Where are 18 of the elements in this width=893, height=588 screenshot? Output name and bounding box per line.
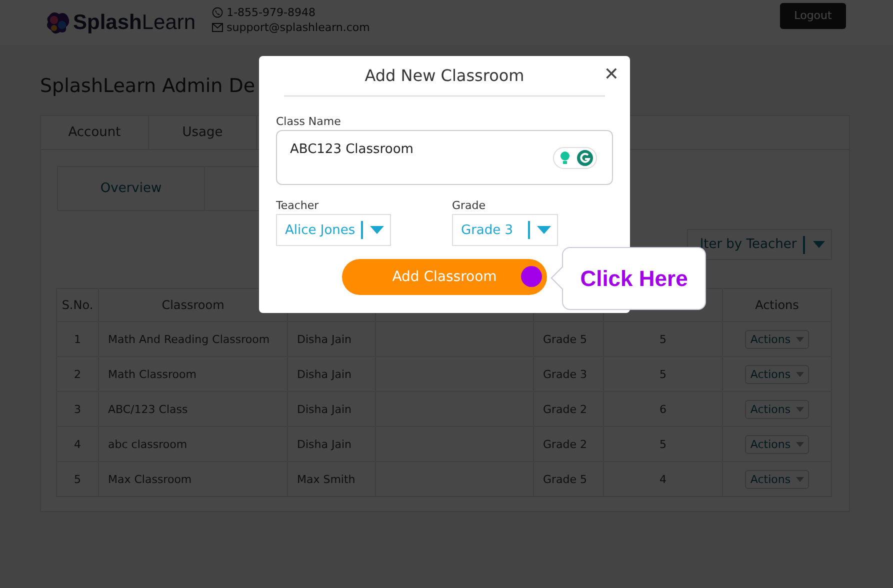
page-title: SplashLearn Admin De	[40, 75, 256, 99]
grade-dropdown[interactable]: Grade 3	[452, 214, 558, 246]
teacher-dropdown[interactable]: Alice Jones	[276, 214, 391, 246]
field-label: Grade	[452, 199, 487, 212]
caret-icon	[537, 226, 551, 234]
email-address: support@splashlearn.com	[226, 20, 370, 34]
column-header: Actions	[754, 297, 800, 314]
field-label: Class Name	[276, 115, 342, 128]
modal-title: Add New Classroom	[364, 66, 524, 85]
pointer-dot-icon	[521, 266, 542, 287]
close-button[interactable]: ✕	[604, 64, 619, 85]
caret-icon	[370, 226, 384, 234]
assistant-icon	[553, 147, 597, 169]
add-classroom-button[interactable]: Add Classroom	[342, 259, 547, 295]
phone-number: 1-855-979-8948	[226, 6, 316, 18]
field-label: Teacher	[276, 199, 320, 212]
logo-text: SplashLearn	[73, 10, 196, 34]
class-name-field[interactable]: ABC123 Classroom	[276, 130, 613, 185]
